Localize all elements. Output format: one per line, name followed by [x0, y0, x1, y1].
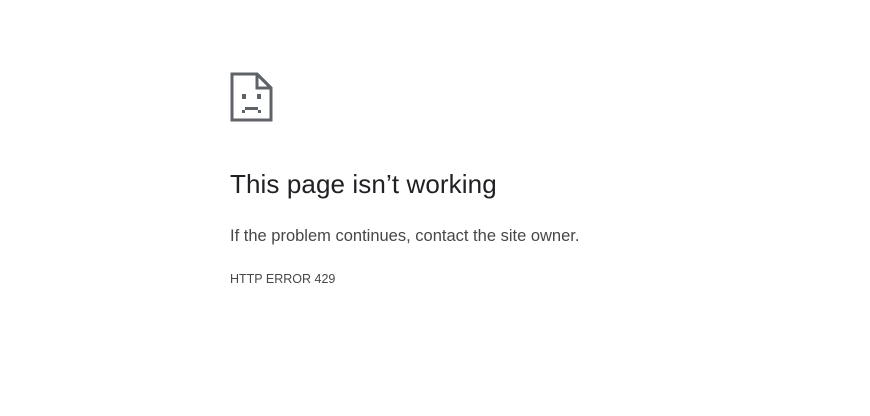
sad-document-icon: [230, 72, 273, 122]
error-message: If the problem continues, contact the si…: [230, 227, 580, 245]
error-code: HTTP ERROR 429: [230, 272, 336, 286]
error-headline: This page isn’t working: [230, 169, 497, 199]
error-page-content: This page isn’t working If the problem c…: [230, 72, 830, 286]
